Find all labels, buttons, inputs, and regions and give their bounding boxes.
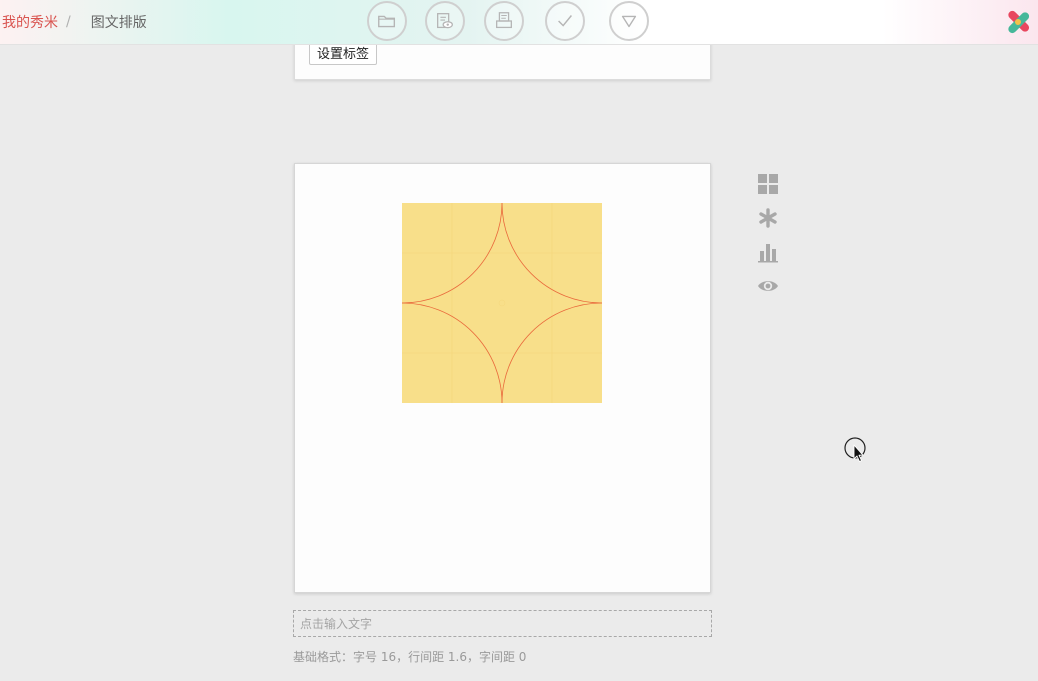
breadcrumb-home-link[interactable]: 我的秀米 bbox=[2, 12, 58, 32]
breadcrumb: 我的秀米 / 图文排版 bbox=[2, 12, 147, 32]
bar-chart-icon bbox=[758, 244, 778, 263]
top-bar: 我的秀米 / 图文排版 bbox=[0, 0, 1038, 45]
breadcrumb-current-page: 图文排版 bbox=[90, 15, 147, 31]
layout-button[interactable] bbox=[757, 173, 779, 195]
triangle-down-icon bbox=[621, 15, 637, 28]
set-tag-button[interactable]: 设置标签 bbox=[309, 42, 378, 65]
base-format-info: 基础格式：字号 16，行间距 1.6，字间距 0 bbox=[293, 650, 527, 664]
text-input-field[interactable] bbox=[293, 610, 712, 637]
eye-icon bbox=[758, 281, 778, 291]
yellow-pattern-image[interactable] bbox=[402, 203, 602, 403]
preview-toggle-button[interactable] bbox=[757, 275, 779, 297]
preview-button[interactable] bbox=[425, 1, 465, 41]
print-icon bbox=[496, 12, 512, 29]
more-menu-button[interactable] bbox=[609, 1, 649, 41]
stats-button[interactable] bbox=[757, 241, 779, 263]
xiumi-logo-icon[interactable] bbox=[1004, 8, 1032, 36]
editor-canvas[interactable] bbox=[294, 163, 711, 593]
confirm-button[interactable] bbox=[545, 1, 585, 41]
grid-icon bbox=[758, 174, 778, 194]
preview-icon bbox=[437, 13, 453, 29]
effects-button[interactable] bbox=[757, 207, 779, 229]
breadcrumb-separator: / bbox=[66, 14, 71, 30]
mouse-cursor-icon bbox=[844, 437, 866, 462]
open-folder-button[interactable] bbox=[367, 1, 407, 41]
checkmark-icon bbox=[558, 15, 572, 27]
asterisk-icon bbox=[759, 208, 777, 228]
print-button[interactable] bbox=[484, 1, 524, 41]
folder-icon bbox=[378, 15, 396, 28]
